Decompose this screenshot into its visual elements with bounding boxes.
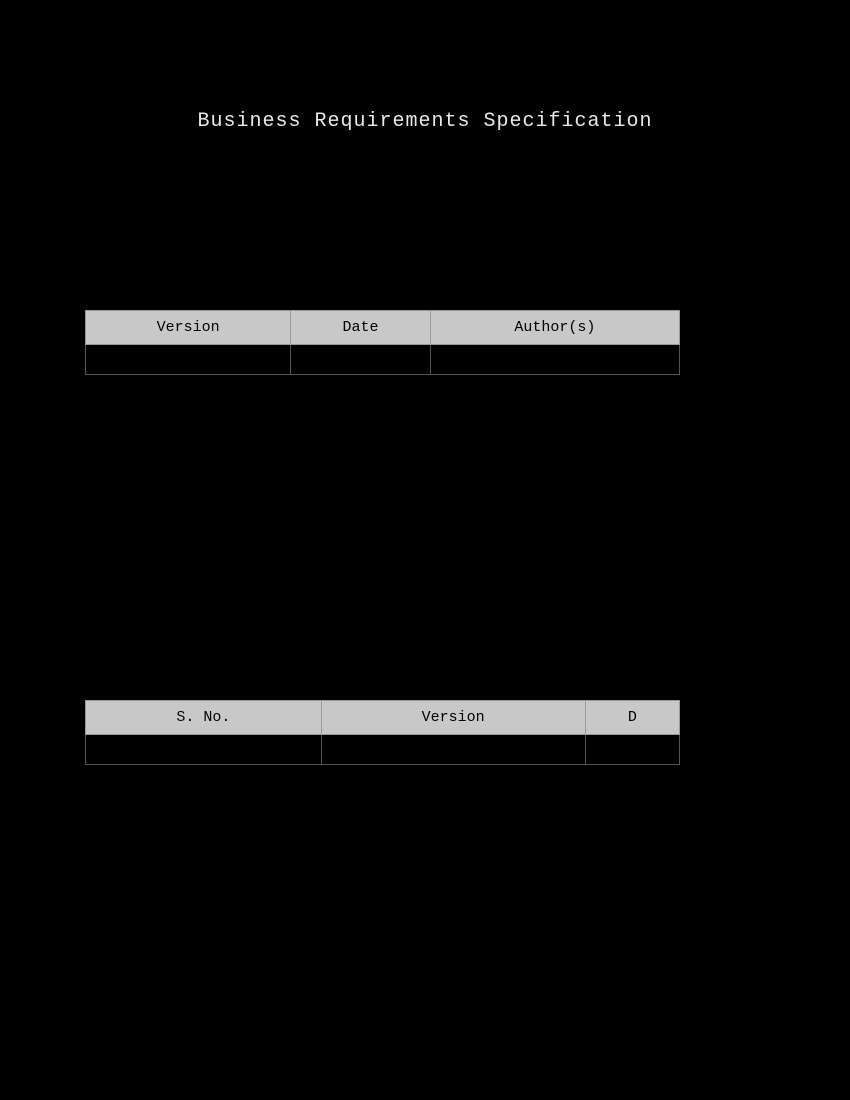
- revision-history-table-container: Version Date Author(s): [85, 310, 680, 375]
- date-cell: [291, 345, 430, 375]
- document-title: Business Requirements Specification: [197, 110, 652, 133]
- date-header: Date: [291, 311, 430, 345]
- table-row: [86, 735, 680, 765]
- sno-header: S. No.: [86, 701, 322, 735]
- authors-cell: [430, 345, 679, 375]
- sno-cell: [86, 735, 322, 765]
- changelog-table: S. No. Version D: [85, 700, 680, 765]
- d-header: D: [585, 701, 679, 735]
- version-cell: [86, 345, 291, 375]
- changelog-header-row: S. No. Version D: [86, 701, 680, 735]
- version-cell-2: [321, 735, 585, 765]
- table-row: [86, 345, 680, 375]
- changelog-table-container: S. No. Version D: [85, 700, 680, 765]
- revision-history-table: Version Date Author(s): [85, 310, 680, 375]
- version-header: Version: [86, 311, 291, 345]
- page-container: Business Requirements Specification Vers…: [0, 0, 850, 1100]
- authors-header: Author(s): [430, 311, 679, 345]
- d-cell: [585, 735, 679, 765]
- revision-history-header-row: Version Date Author(s): [86, 311, 680, 345]
- version-header-2: Version: [321, 701, 585, 735]
